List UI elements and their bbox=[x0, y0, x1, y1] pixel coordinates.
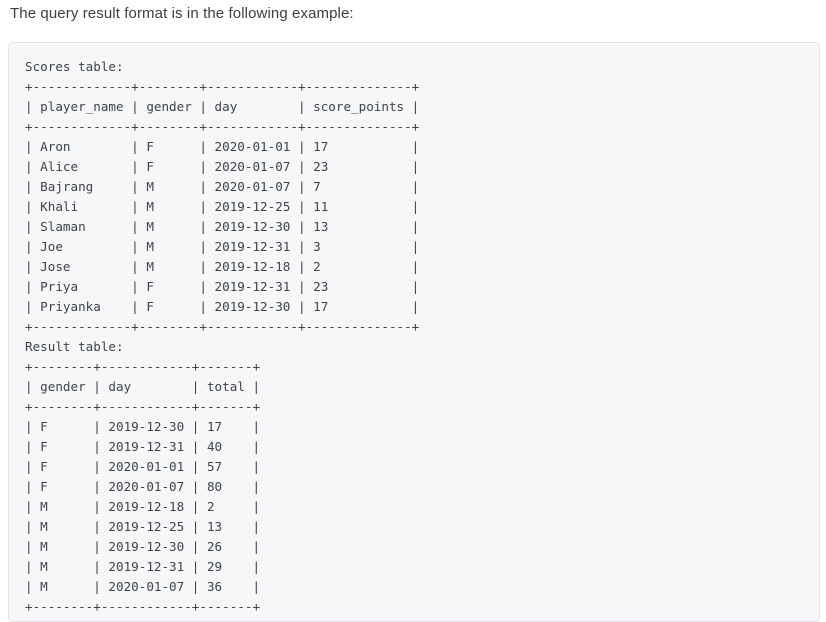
query-result-example-text: Scores table: +-------------+--------+--… bbox=[25, 59, 420, 614]
intro-paragraph: The query result format is in the follow… bbox=[10, 5, 354, 22]
example-code-block: Scores table: +-------------+--------+--… bbox=[8, 42, 820, 622]
code-block-inner: Scores table: +-------------+--------+--… bbox=[9, 43, 819, 617]
page-root: The query result format is in the follow… bbox=[0, 0, 826, 622]
